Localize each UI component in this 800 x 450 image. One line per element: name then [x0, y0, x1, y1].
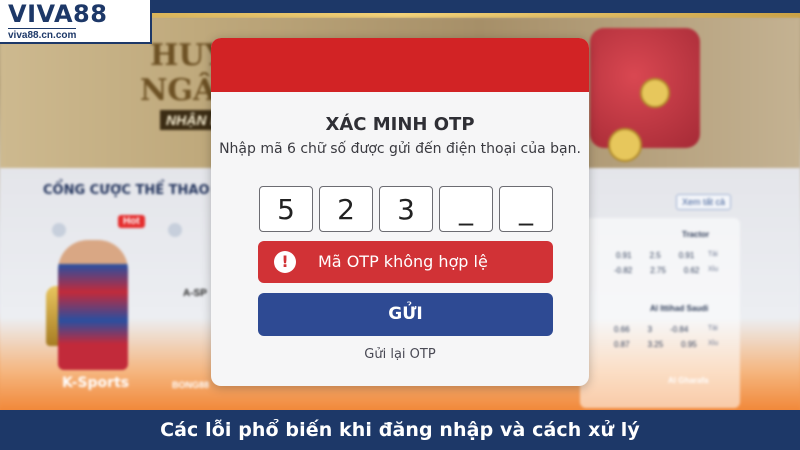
odds-value[interactable]: -0.84: [670, 325, 688, 334]
modal-description: Nhập mã 6 chữ số được gửi đến điện thoại…: [219, 141, 581, 157]
logo-url: viva88.cn.com: [8, 28, 77, 41]
odds-row[interactable]: -0.82 2.75 0.62: [614, 266, 699, 275]
odds-row[interactable]: 0.66 3 -0.84: [614, 325, 688, 334]
odds-value[interactable]: 3.25: [648, 340, 664, 349]
provider-badge-icon: [52, 223, 66, 237]
provider-badge-icon: [168, 223, 182, 237]
modal-header-bar: [211, 38, 589, 92]
otp-digit-input[interactable]: 2: [319, 186, 373, 232]
provider-ksports[interactable]: K-Sports: [62, 375, 129, 391]
provider-asports[interactable]: A-SP: [183, 288, 207, 299]
otp-digit-input[interactable]: 3: [379, 186, 433, 232]
odds-value[interactable]: 0.91: [616, 251, 632, 260]
resend-otp-link[interactable]: Gửi lại OTP: [211, 347, 589, 362]
screen-area: HUY NGÂN NHẬN N CỔNG CƯỢC THỂ THAO Hot K…: [0, 13, 800, 417]
odds-row[interactable]: 0.91 2.5 0.91: [616, 251, 694, 260]
odds-value[interactable]: 0.91: [679, 251, 695, 260]
odds-value[interactable]: 2.5: [650, 251, 661, 260]
odds-value[interactable]: 0.62: [684, 266, 700, 275]
odds-value[interactable]: -0.82: [614, 266, 632, 275]
odds-row[interactable]: 0.87 3.25 0.95: [614, 340, 697, 349]
odds-side-label: Tài: [708, 251, 718, 258]
error-message: Mã OTP không hợp lệ: [318, 252, 488, 271]
see-all-button[interactable]: Xem tất cả: [676, 194, 732, 210]
odds-value[interactable]: 0.95: [681, 340, 697, 349]
provider-bong88[interactable]: BONG88: [172, 380, 209, 390]
caption-bar: Các lỗi phổ biến khi đăng nhập và cách x…: [0, 410, 800, 450]
odds-value[interactable]: 3: [648, 325, 652, 334]
error-alert: ! Mã OTP không hợp lệ: [258, 241, 553, 283]
submit-button[interactable]: GỬI: [258, 293, 553, 336]
otp-digit-input[interactable]: 5: [259, 186, 313, 232]
caption-text: Các lỗi phổ biến khi đăng nhập và cách x…: [160, 419, 640, 441]
odds-side-label: Xỉu: [708, 340, 719, 347]
exclamation-icon: !: [274, 251, 296, 273]
odds-value[interactable]: 2.75: [650, 266, 666, 275]
coin-icon: [640, 78, 670, 108]
otp-modal: XÁC MINH OTP Nhập mã 6 chữ số được gửi đ…: [211, 38, 589, 386]
odds-value[interactable]: 0.87: [614, 340, 630, 349]
hot-badge: Hot: [118, 215, 145, 228]
odds-side-label: Tài: [708, 325, 718, 332]
odds-value[interactable]: 0.66: [614, 325, 630, 334]
team-name: Al Gharafa: [668, 376, 709, 385]
logo-wordmark: VIVA88: [8, 0, 108, 28]
viva88-logo: VIVA88 viva88.cn.com: [0, 0, 152, 44]
sports-section-title: CỔNG CƯỢC THỂ THAO: [43, 183, 210, 198]
odds-panel: [580, 218, 740, 408]
team-name: Al Ittihad Saudi: [650, 304, 709, 313]
odds-side-label: Xỉu: [708, 266, 719, 273]
team-name: Tractor: [682, 230, 710, 239]
player-image: [58, 240, 128, 370]
modal-title: XÁC MINH OTP: [325, 114, 475, 135]
otp-digit-input[interactable]: _: [439, 186, 493, 232]
coin-icon: [608, 128, 642, 162]
otp-digit-input[interactable]: _: [499, 186, 553, 232]
